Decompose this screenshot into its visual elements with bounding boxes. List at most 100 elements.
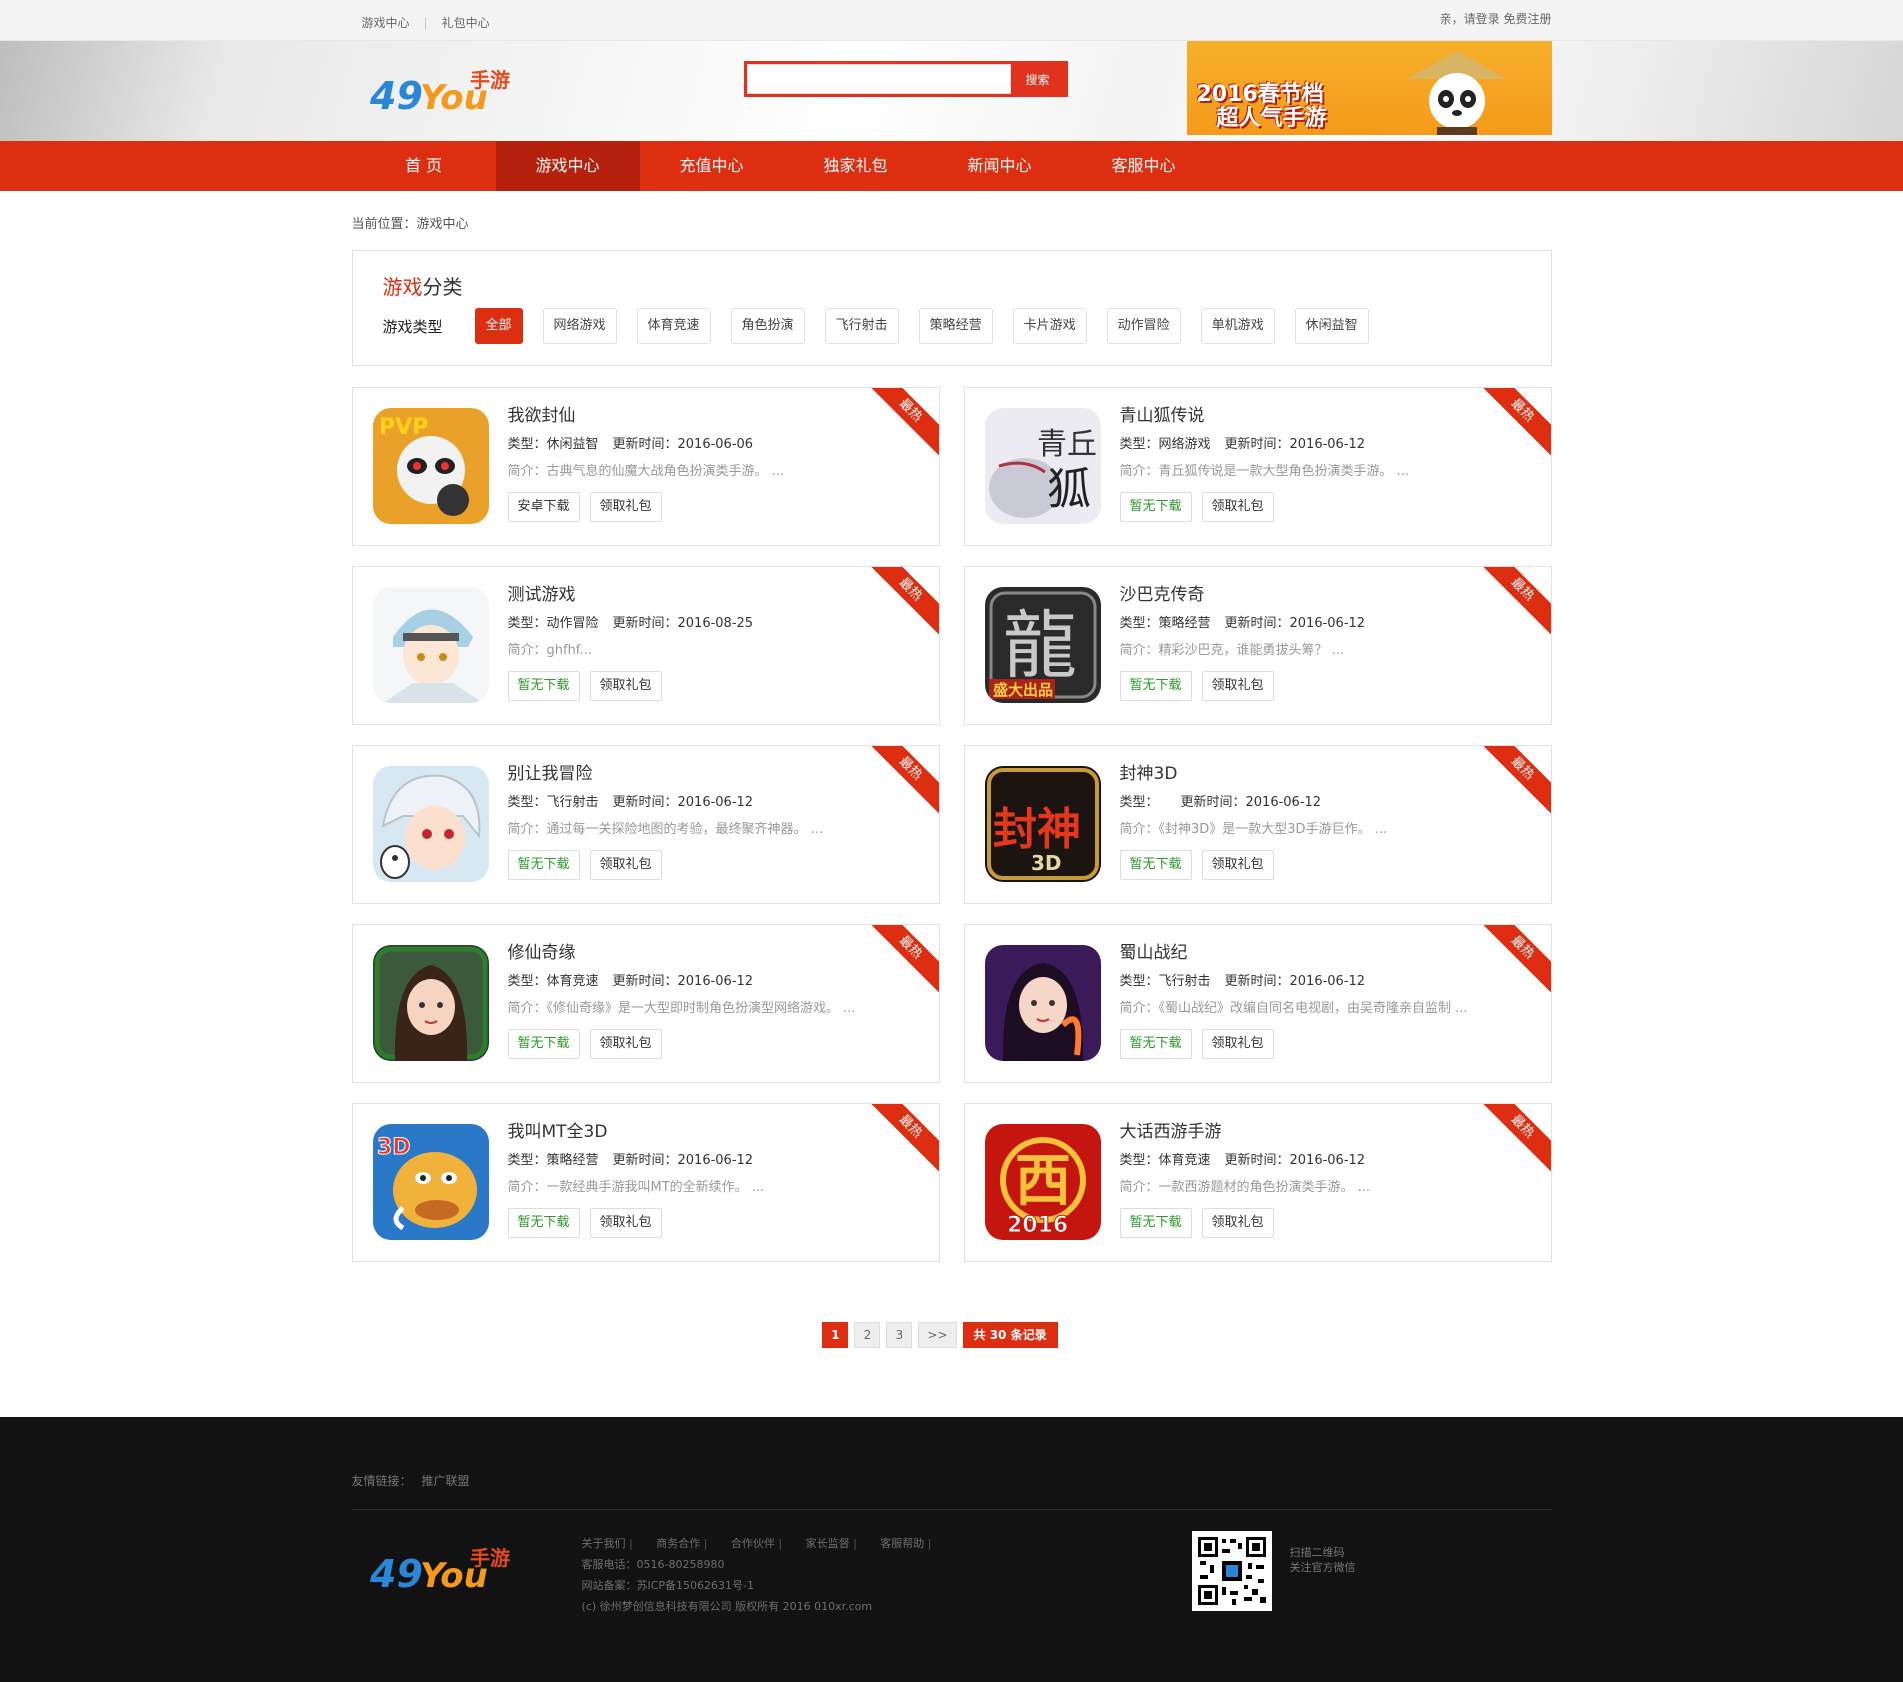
footer-link-business[interactable]: 商务合作 (656, 1537, 700, 1550)
game-icon-shushan-girl[interactable] (984, 945, 1101, 1061)
game-meta: 类型：飞行射击 更新时间：2016-06-12 (508, 791, 768, 810)
category-all[interactable]: 全部 (474, 308, 523, 344)
category-online[interactable]: 网络游戏 (542, 308, 617, 344)
nav-news[interactable]: 新闻中心 (928, 141, 1072, 191)
footer-logo[interactable]: 49 You 手游 (370, 1545, 520, 1593)
download-button[interactable]: 暂无下载 (1119, 492, 1192, 522)
search-button[interactable]: 搜索 (1010, 64, 1065, 94)
game-desc: 简介：青丘狐传说是一款大型角色扮演类手游。 ... (1119, 464, 1410, 479)
gift-button[interactable]: 领取礼包 (1201, 492, 1274, 522)
download-button[interactable]: 暂无下载 (507, 1208, 580, 1238)
gift-button[interactable]: 领取礼包 (589, 492, 662, 522)
category-card[interactable]: 卡片游戏 (1012, 308, 1087, 344)
category-shooter[interactable]: 飞行射击 (824, 308, 899, 344)
gift-button[interactable]: 领取礼包 (1201, 1208, 1274, 1238)
game-name[interactable]: 青山狐传说 (1120, 401, 1205, 426)
game-meta: 类型：动作冒险 更新时间：2016-08-25 (508, 612, 768, 631)
login-link[interactable]: 亲，请登录 (1440, 12, 1500, 26)
gift-button[interactable]: 领取礼包 (589, 671, 662, 701)
page-2[interactable]: 2 (854, 1322, 881, 1348)
top-link-game-center[interactable]: 游戏中心 (362, 14, 410, 31)
game-updated: 更新时间：2016-06-12 (1224, 437, 1366, 452)
game-name[interactable]: 我欲封仙 (508, 401, 576, 426)
category-strategy[interactable]: 策略经营 (918, 308, 993, 344)
game-name[interactable]: 我叫MT全3D (508, 1117, 608, 1142)
svg-text:龍: 龍 (1003, 603, 1077, 689)
game-actions: 暂无下载 领取礼包 (1119, 850, 1284, 880)
download-button[interactable]: 暂无下载 (507, 850, 580, 880)
game-card: 西 2016 大话西游手游 类型：体育竞速 更新时间：2016-06-12 简介：一… (963, 1103, 1552, 1262)
category-single[interactable]: 单机游戏 (1200, 308, 1275, 344)
download-button[interactable]: 安卓下载 (507, 492, 580, 522)
download-button[interactable]: 暂无下载 (1119, 1208, 1192, 1238)
site-logo[interactable]: 49 You 手游 (370, 67, 520, 115)
download-button[interactable]: 暂无下载 (507, 1029, 580, 1059)
game-updated: 更新时间：2016-06-12 (1180, 795, 1322, 810)
download-button[interactable]: 暂无下载 (1119, 850, 1192, 880)
footer-info: 关于我们 | 商务合作 | 合作伙伴 | 家长监督 | 客服帮助 | 客服电话：… (582, 1533, 952, 1617)
footer-link-help[interactable]: 客服帮助 (880, 1537, 924, 1550)
footer-link-parents[interactable]: 家长监督 (806, 1537, 850, 1550)
game-meta: 类型：体育竞速 更新时间：2016-06-12 (1120, 1149, 1380, 1168)
download-button[interactable]: 暂无下载 (507, 671, 580, 701)
page-1[interactable]: 1 (822, 1322, 849, 1348)
category-rpg[interactable]: 角色扮演 (730, 308, 805, 344)
category-action[interactable]: 动作冒险 (1106, 308, 1181, 344)
register-link[interactable]: 免费注册 (1503, 12, 1551, 26)
search-input[interactable] (746, 64, 1011, 94)
gift-button[interactable]: 领取礼包 (1201, 1029, 1274, 1059)
footer-link-about[interactable]: 关于我们 (582, 1537, 626, 1550)
nav-game-center[interactable]: 游戏中心 (495, 141, 640, 191)
gift-button[interactable]: 领取礼包 (589, 850, 662, 880)
category-casual[interactable]: 休闲益智 (1294, 308, 1369, 344)
svg-text:盛大出品: 盛大出品 (993, 681, 1053, 699)
download-button[interactable]: 暂无下载 (1119, 1029, 1192, 1059)
game-icon-fengshen[interactable]: 封神3D (984, 766, 1101, 882)
download-button[interactable]: 暂无下载 (1119, 671, 1192, 701)
game-icon-mt-cow[interactable]: 3D (372, 1124, 489, 1240)
nav-gifts[interactable]: 独家礼包 (784, 141, 928, 191)
game-icon-fox[interactable]: 青丘狐 (984, 408, 1101, 524)
gift-button[interactable]: 领取礼包 (589, 1208, 662, 1238)
footer-link-partners[interactable]: 合作伙伴 (731, 1537, 775, 1550)
game-icon-dragon[interactable]: 龍盛大出品 (984, 587, 1101, 703)
game-actions: 暂无下载 领取礼包 (1119, 1029, 1284, 1059)
game-name[interactable]: 测试游戏 (508, 580, 576, 605)
hot-badge: 最热 (862, 746, 939, 816)
category-panel: 游戏分类 游戏类型 全部 网络游戏 体育竞速 角色扮演 飞行射击 策略经营 卡片… (351, 250, 1552, 366)
game-name[interactable]: 蜀山战纪 (1120, 938, 1188, 963)
game-icon-anime-boy[interactable] (372, 587, 489, 703)
nav-recharge[interactable]: 充值中心 (640, 141, 784, 191)
game-icon-white-hair-boy[interactable] (372, 766, 489, 882)
game-name[interactable]: 大话西游手游 (1120, 1117, 1222, 1142)
top-links: 游戏中心 | 礼包中心 (362, 14, 490, 31)
gift-button[interactable]: 领取礼包 (589, 1029, 662, 1059)
promo-banner[interactable]: 2016春节档 超人气手游 (1186, 41, 1552, 135)
game-icon-panda-pvp[interactable]: PVP (372, 408, 489, 524)
hot-badge: 最热 (1474, 1104, 1551, 1174)
friend-link-alliance[interactable]: 推广联盟 (422, 1474, 470, 1488)
hot-badge: 最热 (1474, 567, 1551, 637)
footer-divider (351, 1509, 1552, 1510)
nav-home[interactable]: 首 页 (352, 141, 496, 191)
game-card: 3D 我叫MT全3D 类型：策略经营 更新时间：2016-06-12 简介：一款经… (351, 1103, 940, 1262)
nav-support[interactable]: 客服中心 (1072, 141, 1216, 191)
next-page-button[interactable]: >> (918, 1322, 957, 1348)
game-name[interactable]: 沙巴克传奇 (1120, 580, 1205, 605)
game-icon-dahua-xiyou[interactable]: 西2016 (984, 1124, 1101, 1240)
top-link-gift-center[interactable]: 礼包中心 (442, 14, 490, 31)
gift-button[interactable]: 领取礼包 (1201, 850, 1274, 880)
game-updated: 更新时间：2016-06-06 (612, 437, 754, 452)
game-icon-xianxia-girl[interactable] (372, 945, 489, 1061)
game-type: 类型：网络游戏 (1119, 437, 1211, 452)
qr-caption: 扫描二维码 关注官方微信 (1290, 1545, 1356, 1575)
svg-text:3D: 3D (1031, 851, 1062, 875)
game-name[interactable]: 修仙奇缘 (508, 938, 576, 963)
game-name[interactable]: 封神3D (1120, 759, 1178, 784)
game-type: 类型：体育竞速 (1119, 1153, 1211, 1168)
page-3[interactable]: 3 (886, 1322, 913, 1348)
hot-badge: 最热 (1474, 388, 1551, 458)
gift-button[interactable]: 领取礼包 (1201, 671, 1274, 701)
category-racing[interactable]: 体育竞速 (636, 308, 711, 344)
game-name[interactable]: 别让我冒险 (508, 759, 593, 784)
